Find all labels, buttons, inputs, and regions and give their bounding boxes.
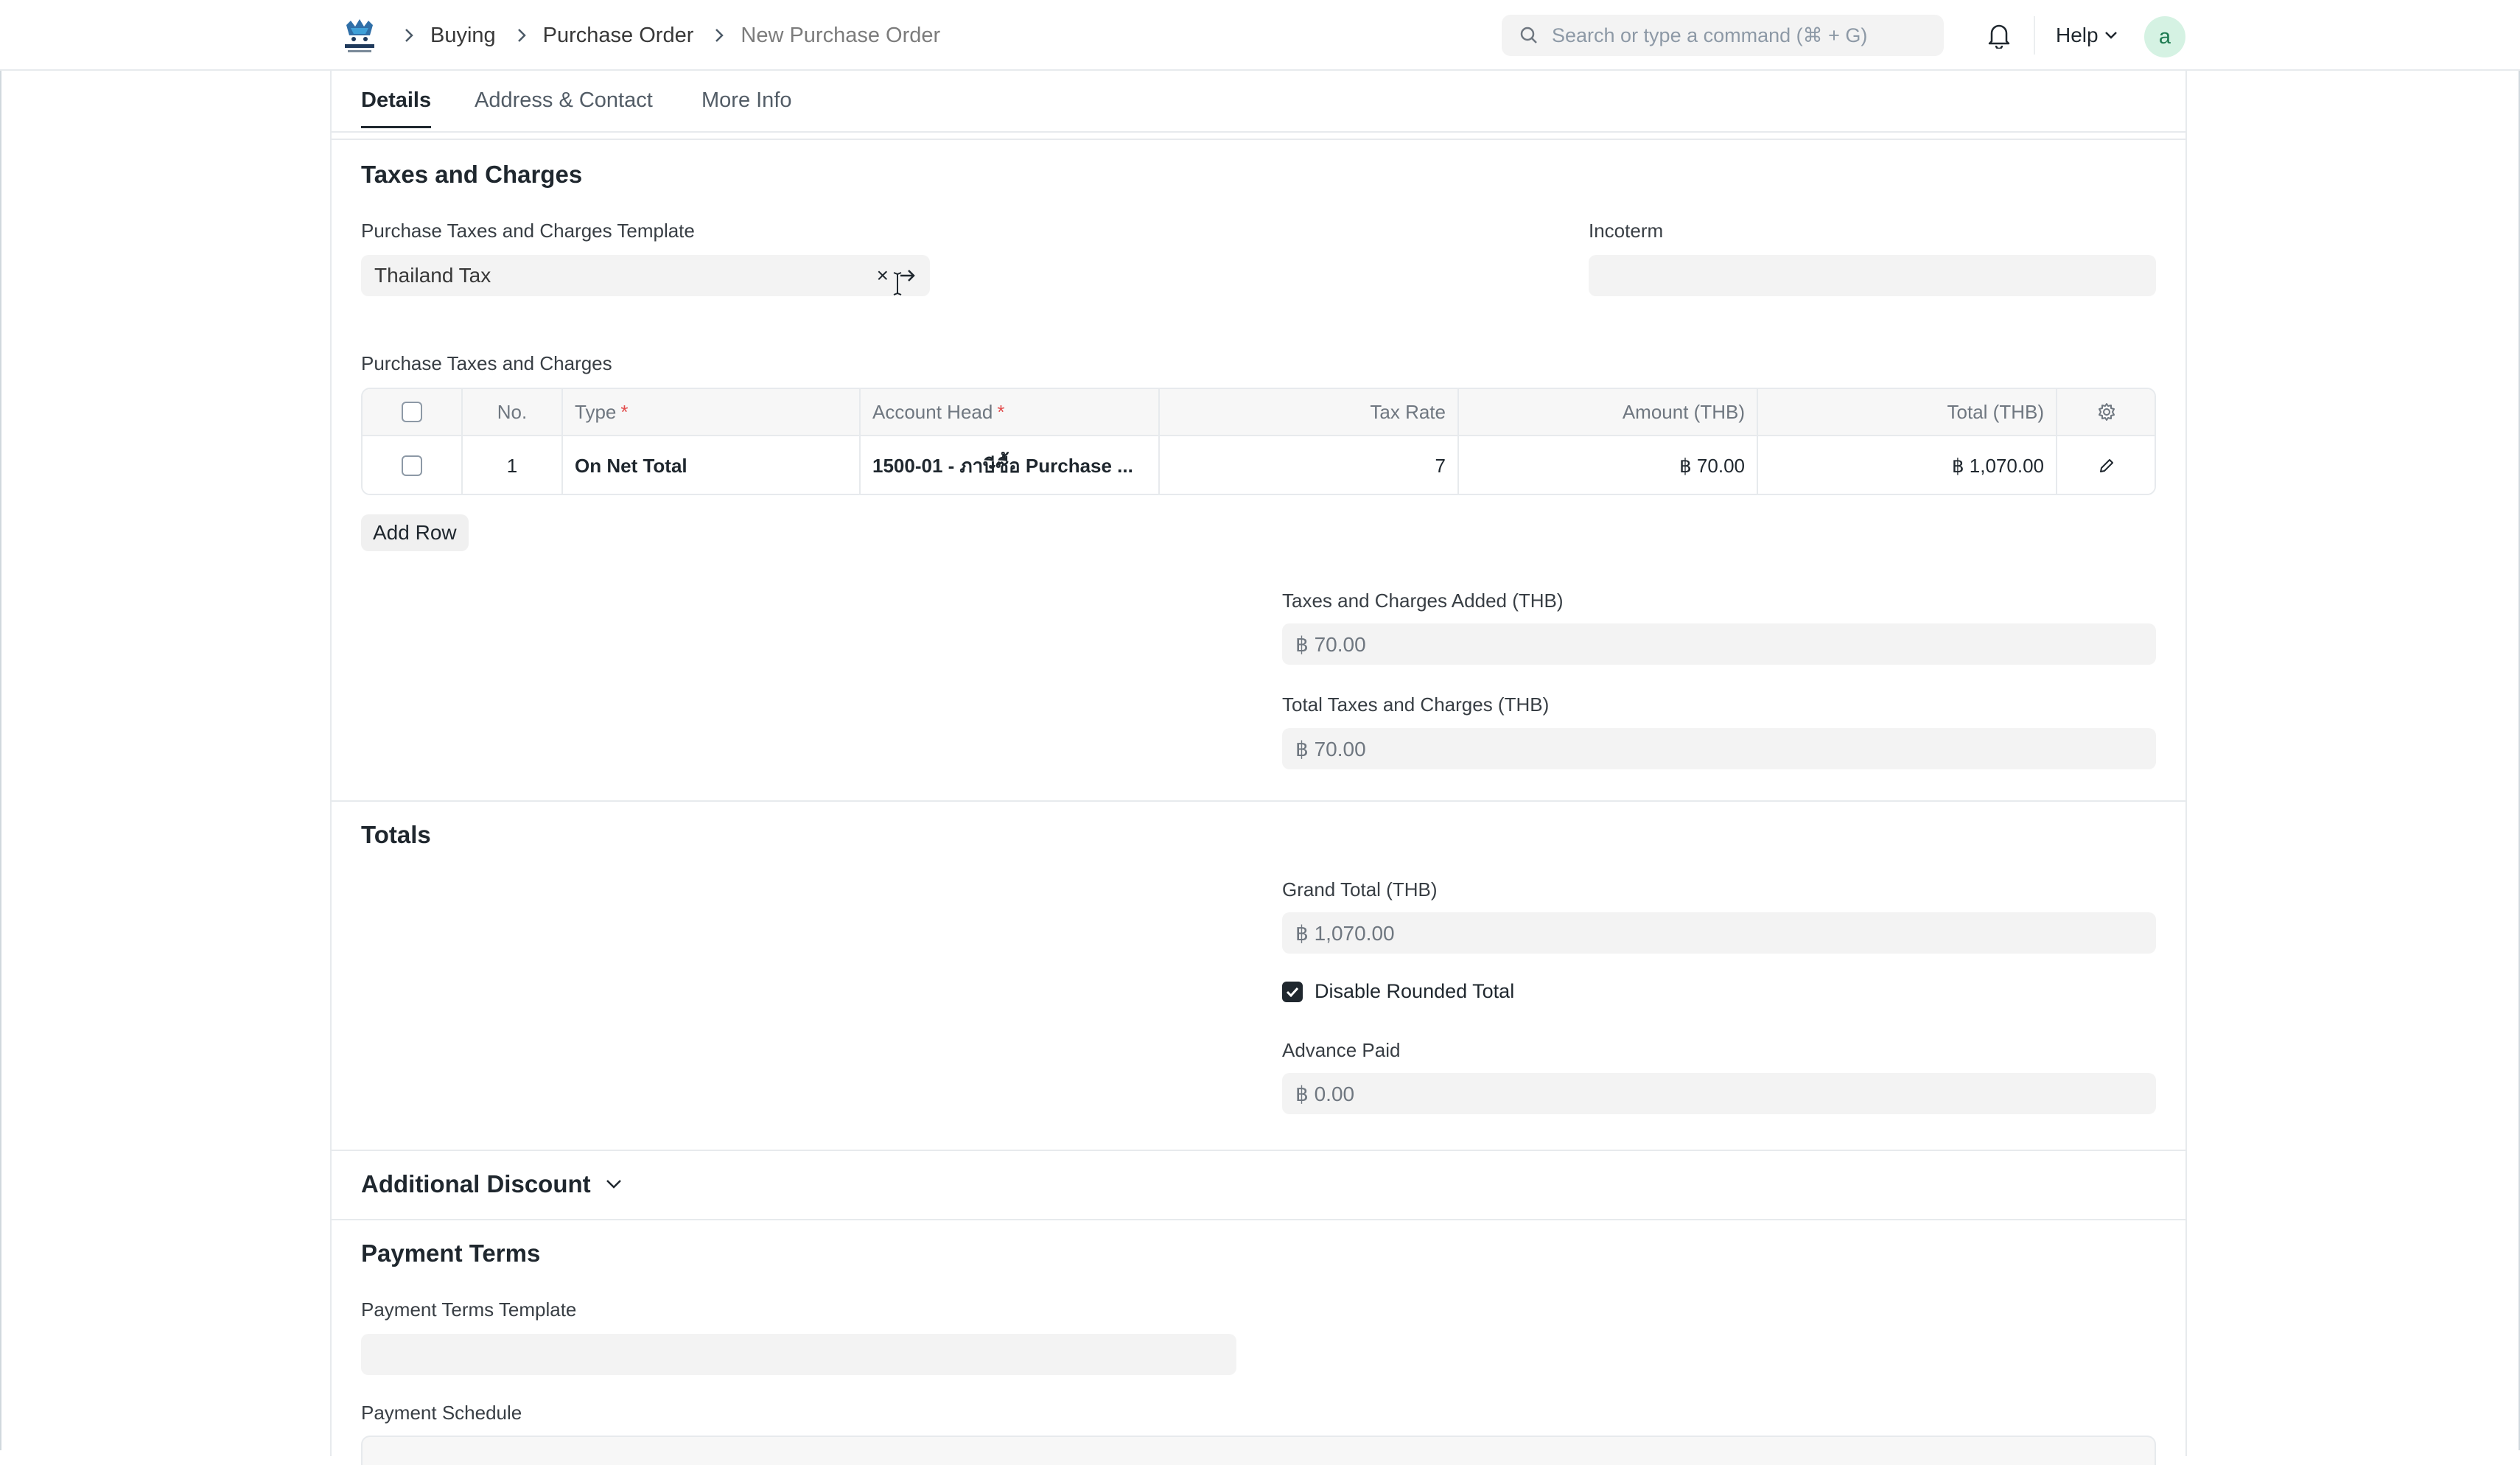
navbar-divider <box>2034 16 2035 55</box>
cell-total: ฿ 1,070.00 <box>1758 436 2057 494</box>
col-type-label: Type <box>575 400 617 423</box>
col-no: No. <box>463 389 563 435</box>
col-amount: Amount (THB) <box>1459 389 1758 435</box>
total-taxes-label: Total Taxes and Charges (THB) <box>1282 693 1550 716</box>
advance-paid-label: Advance Paid <box>1282 1039 1401 1061</box>
payment-schedule-label: Payment Schedule <box>361 1402 522 1424</box>
settings-cell <box>2057 389 2155 435</box>
add-row-button[interactable]: Add Row <box>361 514 469 551</box>
grand-total-field: ฿ 1,070.00 <box>1282 912 2156 954</box>
navbar: Buying Purchase Order New Purchase Order… <box>0 0 2520 71</box>
advance-paid-field: ฿ 0.00 <box>1282 1073 2156 1114</box>
totals-section-title: Totals <box>361 821 431 848</box>
section-divider <box>332 1219 2185 1220</box>
row-select-cell <box>363 436 463 494</box>
edit-pencil-icon[interactable] <box>2098 457 2115 475</box>
table-row[interactable]: 1 On Net Total 1500-01 - ภาษีซื้อ Purcha… <box>363 436 2155 494</box>
taxes-added-label: Taxes and Charges Added (THB) <box>1282 590 1564 612</box>
col-total: Total (THB) <box>1758 389 2057 435</box>
tab-details[interactable]: Details <box>361 88 432 128</box>
check-icon <box>1286 987 1299 997</box>
form-tabs: Details Address & Contact More Info <box>332 71 2185 133</box>
incoterm-field[interactable] <box>1589 255 2156 296</box>
tab-address-contact[interactable]: Address & Contact <box>475 88 653 126</box>
cell-type[interactable]: On Net Total <box>563 436 861 494</box>
taxes-section-title: Taxes and Charges <box>361 161 583 188</box>
tax-template-value: Thailand Tax <box>374 264 491 287</box>
breadcrumb-current: New Purchase Order <box>741 23 941 47</box>
chevron-down-icon <box>606 1180 621 1189</box>
cell-account-head[interactable]: 1500-01 - ภาษีซื้อ Purchase ... <box>861 436 1160 494</box>
col-type: Type * <box>563 389 861 435</box>
cell-tax-rate[interactable]: 7 <box>1160 436 1459 494</box>
chevron-right-icon <box>714 28 724 43</box>
payment-terms-template-label: Payment Terms Template <box>361 1298 577 1321</box>
table-header: No. Type * Account Head * Tax Rate Amount … <box>363 389 2155 436</box>
help-label: Help <box>2056 24 2099 46</box>
help-dropdown[interactable]: Help <box>2056 0 2118 71</box>
cell-amount[interactable]: ฿ 70.00 <box>1459 436 1758 494</box>
section-divider <box>332 800 2185 802</box>
payment-terms-template-field[interactable] <box>361 1334 1236 1375</box>
disable-rounded-total-row[interactable]: Disable Rounded Total <box>1282 980 1514 1003</box>
incoterm-label: Incoterm <box>1589 220 1664 242</box>
additional-discount-toggle[interactable]: Additional Discount <box>361 1170 622 1198</box>
row-checkbox[interactable] <box>402 455 422 476</box>
chevron-down-icon <box>2104 32 2117 39</box>
edit-cell <box>2057 436 2155 494</box>
required-marker: * <box>997 400 1005 423</box>
disable-rounded-total-label: Disable Rounded Total <box>1315 980 1515 1002</box>
tax-template-field[interactable]: Thailand Tax × <box>361 255 930 296</box>
select-all-cell <box>363 389 463 435</box>
col-account-head: Account Head * <box>861 389 1160 435</box>
taxes-table: No. Type * Account Head * Tax Rate Amount … <box>361 388 2156 495</box>
clear-icon[interactable]: × <box>877 264 889 287</box>
payment-terms-section-title: Payment Terms <box>361 1240 541 1267</box>
section-divider <box>332 1150 2185 1151</box>
breadcrumb-purchase-order[interactable]: Purchase Order <box>543 24 694 48</box>
search-input[interactable]: Search or type a command (⌘ + G) <box>1502 15 1944 56</box>
taxes-added-field: ฿ 70.00 <box>1282 623 2156 665</box>
form-card: Details Address & Contact More Info Taxe… <box>330 71 2187 1465</box>
search-icon <box>1520 27 1537 43</box>
col-account-head-label: Account Head <box>872 400 993 423</box>
chevron-right-icon <box>517 28 527 43</box>
text-cursor-icon <box>892 271 903 296</box>
app-logo-icon[interactable] <box>340 18 379 55</box>
additional-discount-title: Additional Discount <box>361 1170 591 1197</box>
taxes-table-label: Purchase Taxes and Charges <box>361 352 612 374</box>
search-placeholder: Search or type a command (⌘ + G) <box>1552 24 1868 46</box>
select-all-checkbox[interactable] <box>402 402 422 422</box>
breadcrumb-buying[interactable]: Buying <box>430 24 496 48</box>
payment-schedule-table <box>361 1436 2156 1465</box>
bell-icon[interactable] <box>1987 22 2012 50</box>
checkbox-checked[interactable] <box>1282 981 1303 1002</box>
tax-template-label: Purchase Taxes and Charges Template <box>361 220 695 242</box>
total-taxes-field: ฿ 70.00 <box>1282 728 2156 769</box>
cell-no: 1 <box>463 436 563 494</box>
required-marker: * <box>620 400 629 423</box>
tab-more-info[interactable]: More Info <box>701 88 792 126</box>
chevron-right-icon <box>404 28 414 43</box>
grand-total-label: Grand Total (THB) <box>1282 878 1438 901</box>
gear-icon[interactable] <box>2097 402 2116 422</box>
section-divider <box>332 139 2185 140</box>
avatar[interactable]: a <box>2144 16 2185 57</box>
col-tax-rate: Tax Rate <box>1160 389 1459 435</box>
breadcrumb: Buying Purchase Order New Purchase Order <box>404 0 961 71</box>
